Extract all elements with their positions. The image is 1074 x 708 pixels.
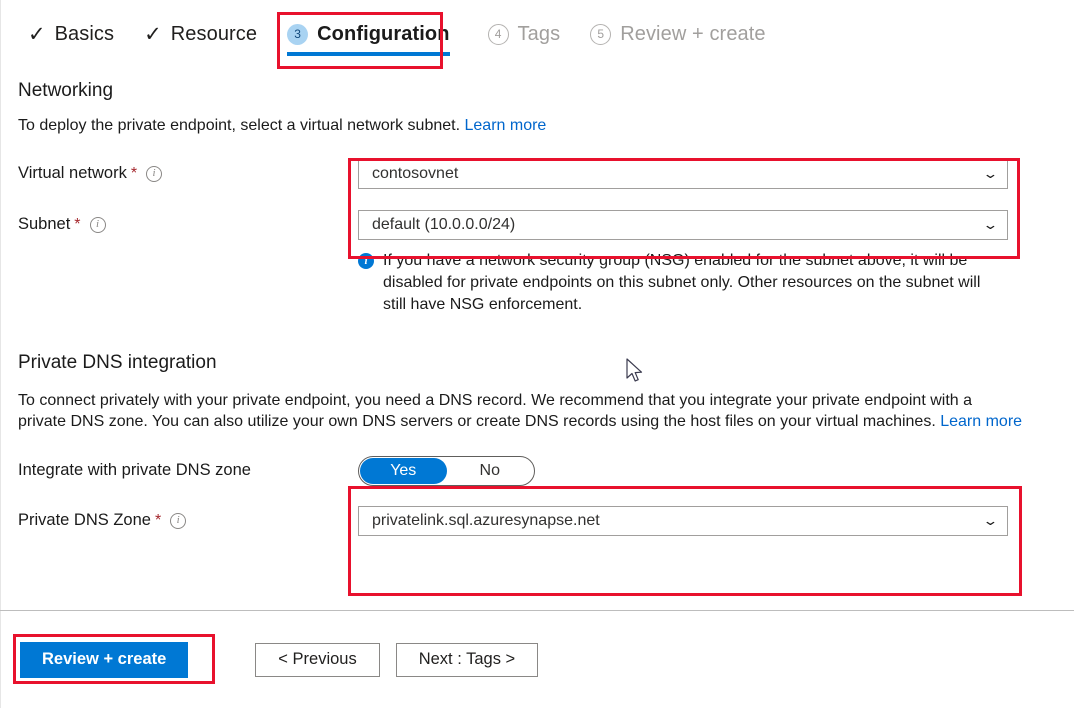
private-dns-description: To connect privately with your private e… — [18, 390, 1023, 433]
step-number-badge-5: 5 — [590, 23, 612, 45]
private-dns-zone-value: privatelink.sql.azuresynapse.net — [372, 511, 600, 529]
chevron-down-icon: ⌄ — [982, 217, 999, 233]
tab-configuration-label: Configuration — [317, 22, 450, 45]
virtual-network-value: contosovnet — [372, 164, 459, 182]
private-dns-zone-dropdown[interactable]: privatelink.sql.azuresynapse.net ⌄ — [358, 505, 1008, 536]
tab-review-create-label: Review + create — [620, 22, 766, 45]
subnet-dropdown[interactable]: default (10.0.0.0/24) ⌄ — [358, 209, 1008, 240]
nsg-info-alert: i If you have a network security group (… — [358, 250, 1003, 317]
private-dns-zone-label-group: Private DNS Zone * i — [18, 511, 358, 530]
tab-basics[interactable]: ✓ Basics — [28, 11, 114, 57]
info-icon[interactable]: i — [170, 512, 187, 529]
wizard-tab-bar: ✓ Basics ✓ Resource 3 Configuration 4 Ta… — [0, 0, 1074, 68]
networking-description: To deploy the private endpoint, select a… — [18, 115, 1018, 137]
private-dns-zone-label: Private DNS Zone — [18, 511, 151, 530]
subnet-label-group: Subnet * i — [18, 215, 358, 234]
next-tags-button[interactable]: Next : Tags > — [395, 642, 539, 677]
toggle-option-no[interactable]: No — [447, 458, 534, 484]
tab-tags-label: Tags — [517, 22, 561, 45]
tab-basics-label: Basics — [54, 22, 115, 45]
required-asterisk: * — [130, 164, 138, 182]
private-dns-zone-row: Private DNS Zone * i privatelink.sql.azu… — [18, 505, 1074, 536]
tab-review-create[interactable]: 5 Review + create — [590, 11, 766, 57]
step-number-badge-3: 3 — [287, 23, 309, 45]
networking-learn-more-link[interactable]: Learn more — [465, 117, 547, 134]
integrate-dns-row: Integrate with private DNS zone Yes No — [18, 455, 1074, 486]
active-tab-underline — [287, 52, 450, 56]
chevron-down-icon: ⌄ — [982, 513, 999, 529]
required-asterisk: * — [154, 511, 162, 529]
info-icon[interactable]: i — [89, 216, 106, 233]
integrate-dns-toggle[interactable]: Yes No — [358, 455, 535, 486]
virtual-network-dropdown[interactable]: contosovnet ⌄ — [358, 158, 1008, 189]
virtual-network-label-group: Virtual network * i — [18, 164, 358, 183]
nsg-info-alert-text: If you have a network security group (NS… — [383, 251, 981, 314]
tab-resource[interactable]: ✓ Resource — [144, 11, 257, 57]
tab-configuration[interactable]: 3 Configuration — [287, 11, 450, 57]
info-circle-icon: i — [358, 252, 374, 269]
integrate-dns-label-group: Integrate with private DNS zone — [18, 461, 358, 480]
networking-description-text: To deploy the private endpoint, select a… — [18, 117, 461, 134]
required-asterisk: * — [74, 215, 81, 233]
toggle-option-yes[interactable]: Yes — [360, 457, 447, 484]
private-dns-section-title: Private DNS integration — [18, 351, 217, 373]
integrate-dns-label: Integrate with private DNS zone — [18, 461, 251, 480]
tab-resource-label: Resource — [170, 22, 258, 45]
wizard-footer: Review + create < Previous Next : Tags > — [0, 611, 1074, 708]
check-icon: ✓ — [28, 22, 46, 46]
review-create-button[interactable]: Review + create — [20, 641, 189, 678]
check-icon: ✓ — [144, 22, 162, 46]
private-dns-description-text: To connect privately with your private e… — [18, 391, 972, 431]
subnet-row: Subnet * i default (10.0.0.0/24) ⌄ — [18, 209, 1074, 240]
subnet-value: default (10.0.0.0/24) — [372, 215, 516, 233]
tab-tags[interactable]: 4 Tags — [487, 11, 561, 57]
private-dns-learn-more-link[interactable]: Learn more — [940, 413, 1022, 430]
networking-section-title: Networking — [18, 80, 114, 101]
subnet-label: Subnet — [18, 215, 71, 234]
virtual-network-row: Virtual network * i contosovnet ⌄ — [18, 158, 1074, 189]
info-icon[interactable]: i — [146, 165, 163, 182]
previous-button[interactable]: < Previous — [255, 642, 380, 677]
chevron-down-icon: ⌄ — [982, 166, 999, 182]
virtual-network-label: Virtual network — [18, 164, 127, 183]
step-number-badge-4: 4 — [487, 23, 509, 45]
configuration-form: Networking To deploy the private endpoin… — [0, 68, 1074, 536]
